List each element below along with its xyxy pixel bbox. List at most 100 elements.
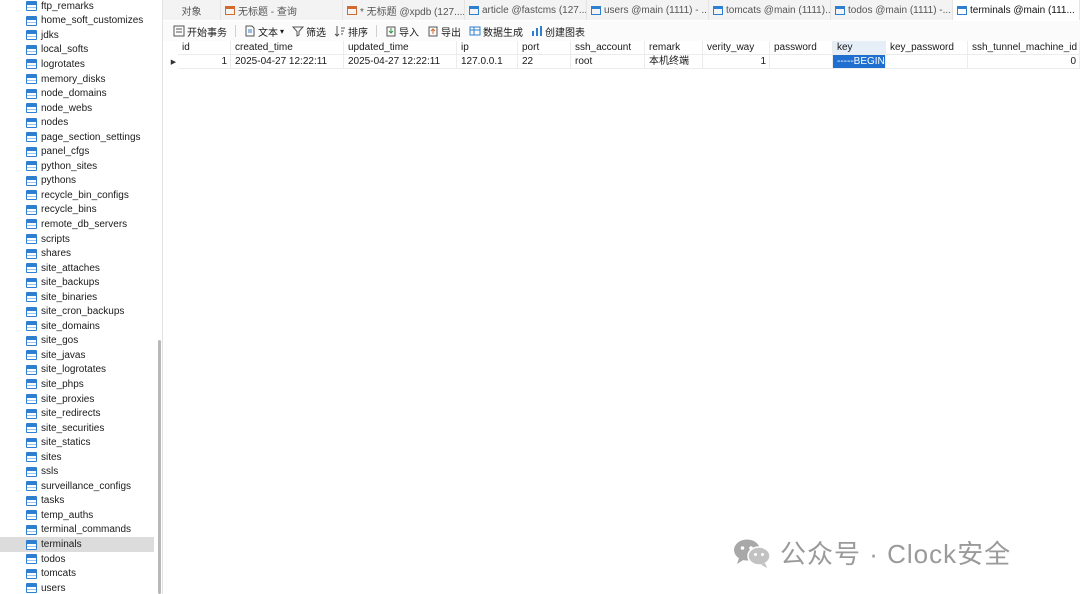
sidebar-item-users[interactable]: users — [0, 581, 154, 594]
column-header-verity-way[interactable]: verity_way — [703, 41, 770, 55]
column-header-remark[interactable]: remark — [645, 41, 703, 55]
sidebar-item-site-logrotates[interactable]: site_logrotates — [0, 363, 154, 378]
column-header-created-time[interactable]: created_time — [231, 41, 344, 55]
column-header-id[interactable]: id — [178, 41, 231, 55]
cell-ip[interactable]: 127.0.0.1 — [457, 55, 518, 69]
column-header-ssh-account[interactable]: ssh_account — [571, 41, 645, 55]
sidebar-item-label: panel_cfgs — [41, 146, 90, 158]
table-icon — [26, 379, 37, 390]
table-icon — [26, 103, 37, 114]
column-header-updated-time[interactable]: updated_time — [344, 41, 457, 55]
column-header-ip[interactable]: ip — [457, 41, 518, 55]
cell-ssh-tunnel-machine-id[interactable]: 0 — [968, 55, 1080, 69]
sidebar-item-site-proxies[interactable]: site_proxies — [0, 392, 154, 407]
column-header-password[interactable]: password — [770, 41, 833, 55]
sidebar-item-site-binaries[interactable]: site_binaries — [0, 290, 154, 305]
begin-transaction-button[interactable]: 开始事务 — [171, 22, 229, 40]
cell-key-password[interactable] — [886, 55, 968, 69]
sidebar-item-label: site_cron_backups — [41, 306, 125, 318]
filter-label: 筛选 — [306, 27, 327, 39]
sidebar-item-memory-disks[interactable]: memory_disks — [0, 72, 154, 87]
sidebar-item-node-webs[interactable]: node_webs — [0, 101, 154, 116]
sidebar-item-site-securities[interactable]: site_securities — [0, 421, 154, 436]
import-button[interactable]: 导入 — [383, 22, 421, 40]
sidebar-item-label: tasks — [41, 495, 65, 507]
cell-remark[interactable]: 本机终端 — [645, 55, 703, 69]
sidebar-item-site-backups[interactable]: site_backups — [0, 275, 154, 290]
tab-1[interactable]: 无标题 - 查询 — [221, 0, 343, 20]
create-chart-button[interactable]: 创建图表 — [529, 22, 587, 40]
sidebar-item-site-javas[interactable]: site_javas — [0, 348, 154, 363]
sidebar-item-label: terminal_commands — [41, 524, 132, 536]
table-icon — [26, 524, 37, 535]
sort-label: 排序 — [348, 27, 369, 39]
column-header-key[interactable]: key — [833, 41, 886, 55]
sidebar-item-logrotates[interactable]: logrotates — [0, 57, 154, 72]
sidebar-item-pythons[interactable]: pythons — [0, 174, 154, 189]
tab-6[interactable]: todos @main (1111) -... — [831, 0, 953, 20]
table-icon — [591, 5, 601, 15]
cell-id[interactable]: 1 — [178, 55, 231, 69]
cell-verity-way[interactable]: 1 — [703, 55, 770, 69]
cell-updated-time[interactable]: 2025-04-27 12:22:11 — [344, 55, 457, 69]
sidebar-item-label: ssls — [41, 466, 59, 478]
sidebar-item-terminal-commands[interactable]: terminal_commands — [0, 523, 154, 538]
sidebar-item-site-phps[interactable]: site_phps — [0, 377, 154, 392]
sidebar-item-tomcats[interactable]: tomcats — [0, 566, 154, 581]
filter-button[interactable]: 筛选 — [290, 22, 328, 40]
data-generate-button[interactable]: 数据生成 — [467, 22, 525, 40]
sidebar-item-surveillance-configs[interactable]: surveillance_configs — [0, 479, 154, 494]
cell-created-time[interactable]: 2025-04-27 12:22:11 — [231, 55, 344, 69]
sidebar-item-panel-cfgs[interactable]: panel_cfgs — [0, 144, 154, 159]
cell-password[interactable] — [770, 55, 833, 69]
sidebar-item-label: site_proxies — [41, 393, 95, 405]
sidebar-scrollbar[interactable] — [158, 340, 161, 594]
sidebar-item-sites[interactable]: sites — [0, 450, 154, 465]
sidebar-item-label: site_gos — [41, 335, 79, 347]
sidebar-item-tasks[interactable]: tasks — [0, 494, 154, 509]
sidebar-item-terminals[interactable]: terminals — [0, 537, 154, 552]
table-icon — [26, 423, 37, 434]
sidebar-item-remote-db-servers[interactable]: remote_db_servers — [0, 217, 154, 232]
tab-4[interactable]: users @main (1111) - ... — [587, 0, 709, 20]
cell-ssh-account[interactable]: root — [571, 55, 645, 69]
sidebar-item-local-softs[interactable]: local_softs — [0, 43, 154, 58]
cell-port[interactable]: 22 — [518, 55, 571, 69]
sidebar-item-temp-auths[interactable]: temp_auths — [0, 508, 154, 523]
sidebar-item-shares[interactable]: shares — [0, 246, 154, 261]
tab-0[interactable]: 对象 — [163, 0, 221, 20]
sidebar-item-site-gos[interactable]: site_gos — [0, 334, 154, 349]
tab-5[interactable]: tomcats @main (1111)... — [709, 0, 831, 20]
column-header-port[interactable]: port — [518, 41, 571, 55]
tab-3[interactable]: article @fastcms (127.... — [465, 0, 587, 20]
sidebar-item-page-section-settings[interactable]: page_section_settings — [0, 130, 154, 145]
sidebar-item-site-attaches[interactable]: site_attaches — [0, 261, 154, 276]
cell-key[interactable]: -----BEGIN O — [833, 55, 886, 69]
text-view-button[interactable]: 文本 ▾ — [242, 22, 286, 40]
sidebar-item-python-sites[interactable]: python_sites — [0, 159, 154, 174]
sort-button[interactable]: 排序 — [332, 22, 370, 40]
sidebar-item-ftp-remarks[interactable]: ftp_remarks — [0, 0, 154, 14]
sidebar-item-recycle-bins[interactable]: recycle_bins — [0, 203, 154, 218]
table-row[interactable]: ▶ 1 2025-04-27 12:22:11 2025-04-27 12:22:11… — [169, 55, 1080, 69]
sidebar-item-site-redirects[interactable]: site_redirects — [0, 406, 154, 421]
tab-7[interactable]: terminals @main (111... — [953, 0, 1080, 20]
sidebar-item-site-statics[interactable]: site_statics — [0, 435, 154, 450]
export-button[interactable]: 导出 — [425, 22, 463, 40]
sidebar-item-nodes[interactable]: nodes — [0, 115, 154, 130]
grid-body: ▶ 1 2025-04-27 12:22:11 2025-04-27 12:22:11… — [169, 55, 1080, 69]
tab-2[interactable]: * 无标题 @xpdb (127.... — [343, 0, 465, 20]
sidebar-item-scripts[interactable]: scripts — [0, 232, 154, 247]
sidebar-item-home-soft-customizes[interactable]: home_soft_customizes — [0, 14, 154, 29]
sidebar-item-ssls[interactable]: ssls — [0, 465, 154, 480]
sidebar-item-recycle-bin-configs[interactable]: recycle_bin_configs — [0, 188, 154, 203]
sidebar-item-label: page_section_settings — [41, 131, 141, 143]
sidebar-item-site-domains[interactable]: site_domains — [0, 319, 154, 334]
column-header-key-password[interactable]: key_password — [886, 41, 968, 55]
sidebar-item-site-cron-backups[interactable]: site_cron_backups — [0, 304, 154, 319]
sidebar-item-node-domains[interactable]: node_domains — [0, 86, 154, 101]
sidebar-item-label: site_phps — [41, 378, 84, 390]
sidebar-item-todos[interactable]: todos — [0, 552, 154, 567]
column-header-ssh-tunnel-machine-id[interactable]: ssh_tunnel_machine_id — [968, 41, 1080, 55]
sidebar-item-jdks[interactable]: jdks — [0, 28, 154, 43]
